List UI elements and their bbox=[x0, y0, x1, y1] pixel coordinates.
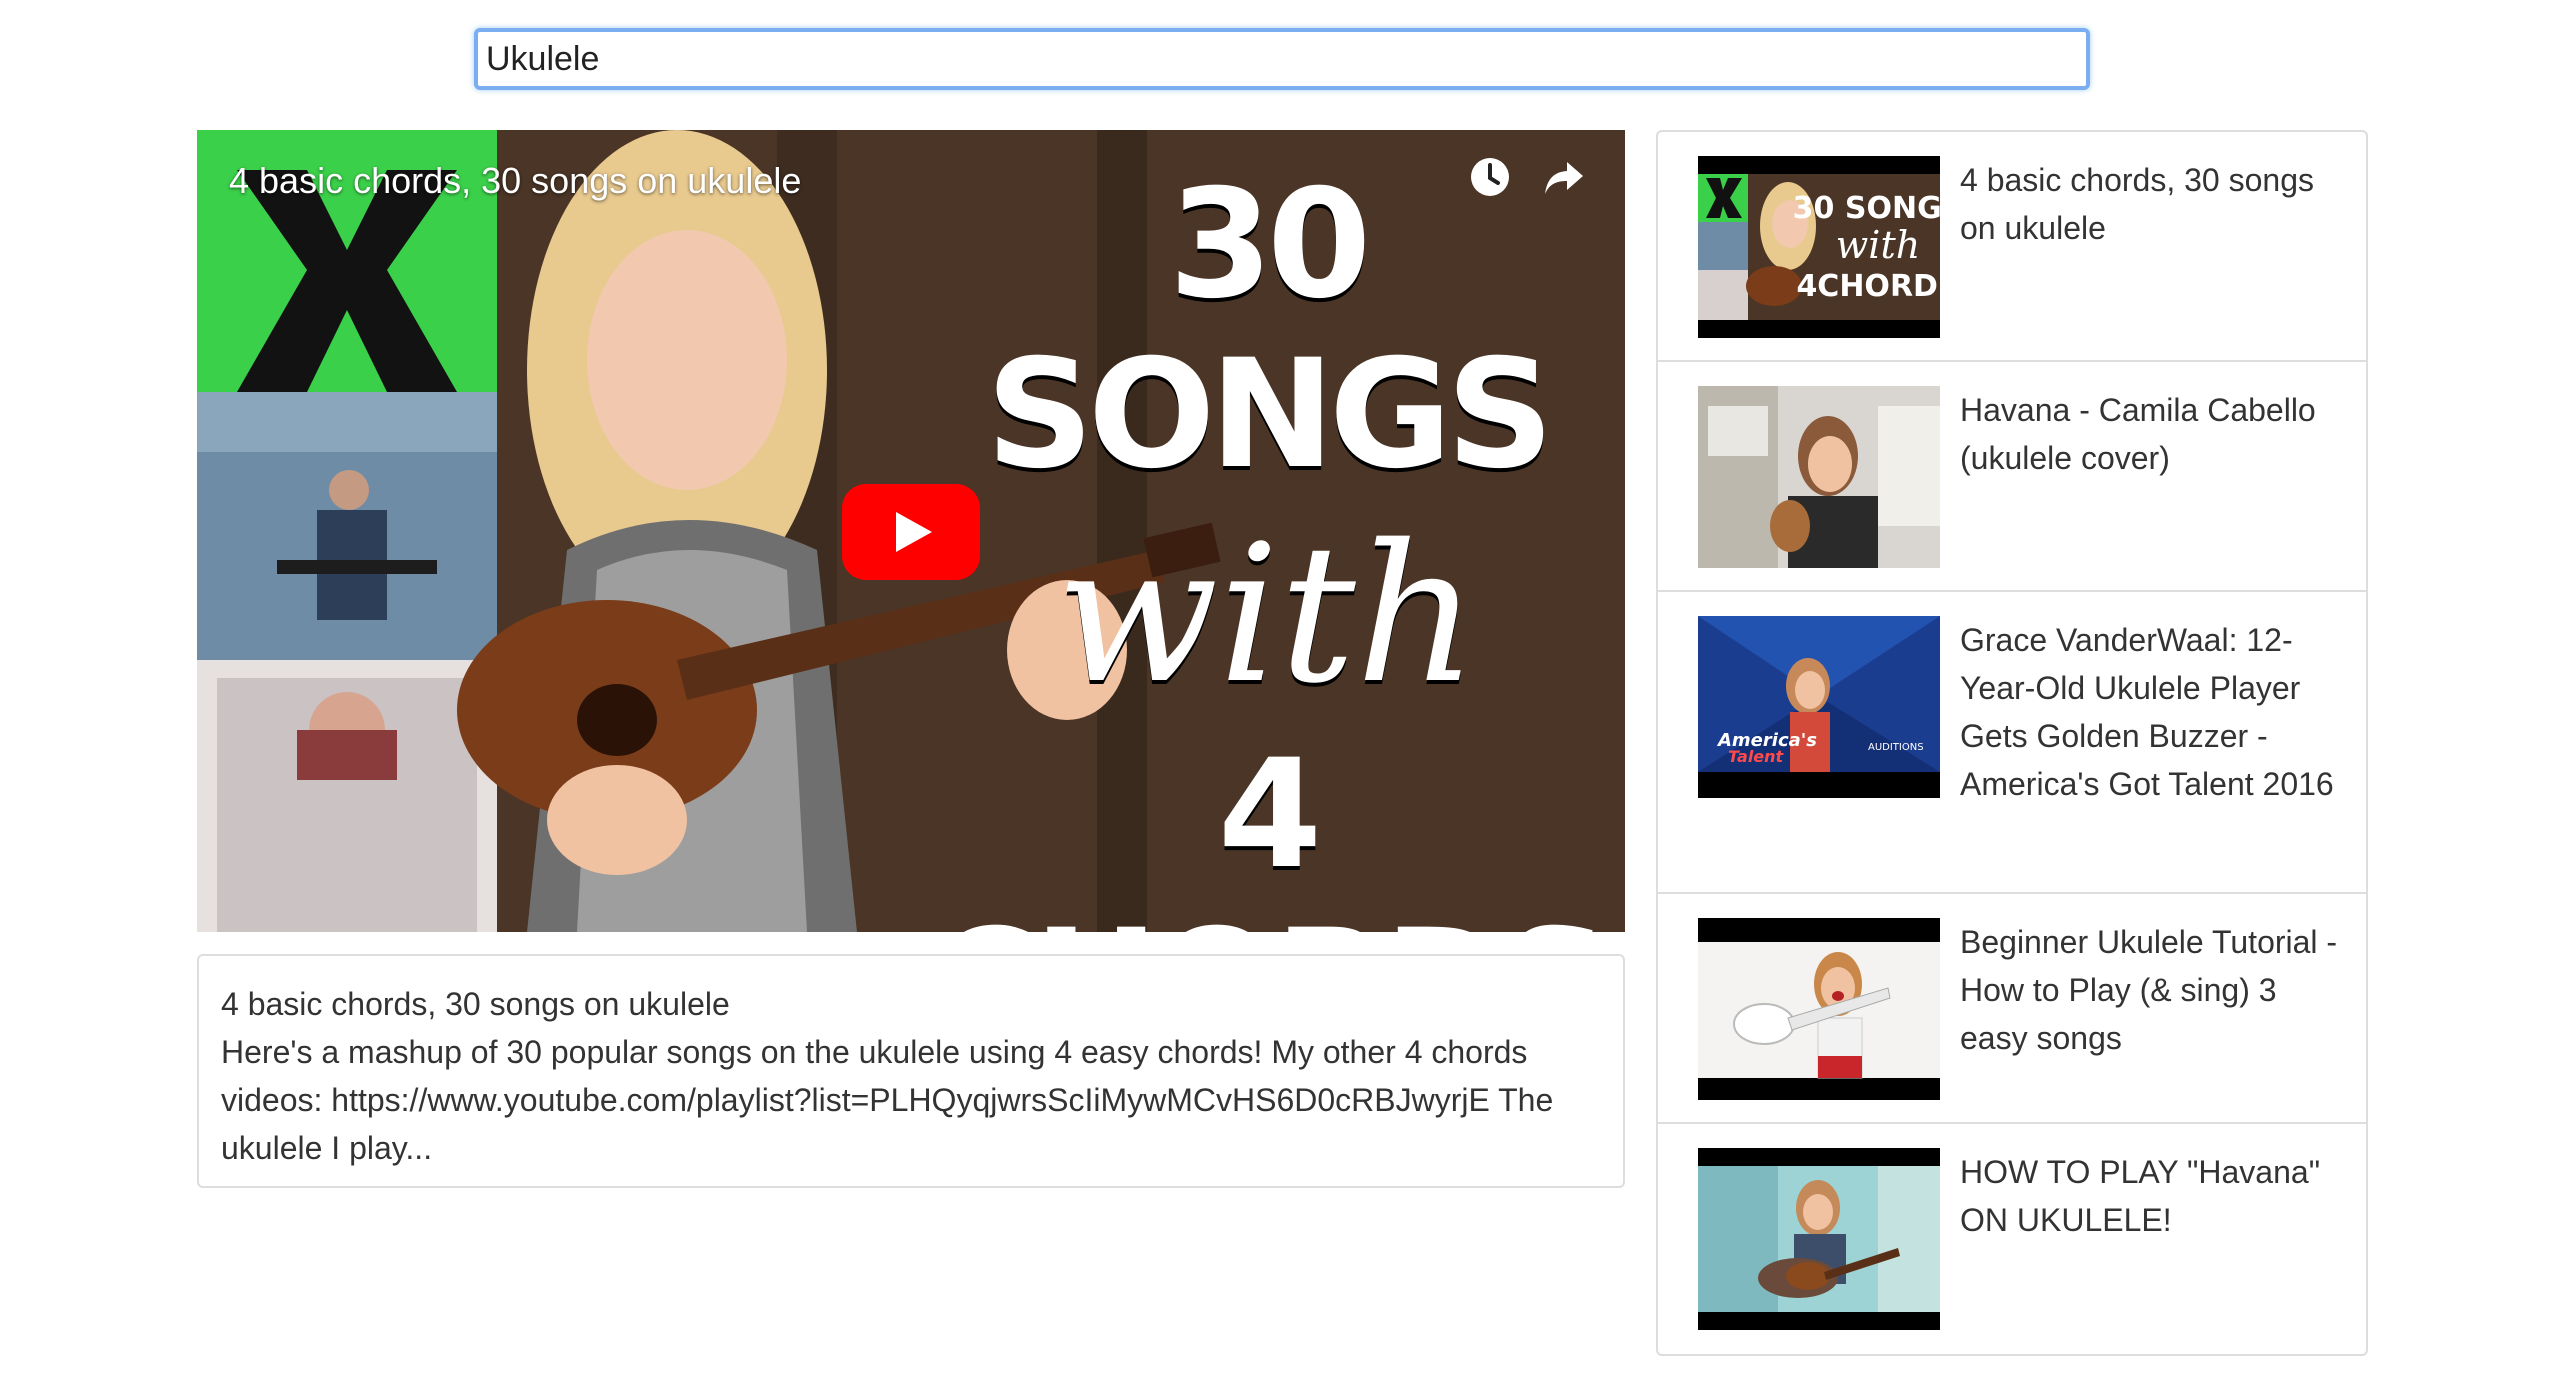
thumbnail-text-line2: with bbox=[1055, 504, 1479, 725]
svg-text:30 SONGS: 30 SONGS bbox=[1793, 191, 1940, 226]
video-title: Beginner Ukulele Tutorial - How to Play … bbox=[1960, 924, 2338, 1056]
svg-text:AUDITIONS: AUDITIONS bbox=[1868, 742, 1924, 753]
video-list-item[interactable]: Havana - Camila Cabello (ukulele cover) bbox=[1658, 362, 2366, 592]
youtube-play-icon[interactable] bbox=[842, 484, 980, 580]
video-thumbnail bbox=[1698, 918, 1940, 1100]
video-list-item[interactable]: HOW TO PLAY "Havana" ON UKULELE! bbox=[1658, 1124, 2366, 1354]
video-thumbnail bbox=[1698, 386, 1940, 568]
search-input[interactable] bbox=[474, 28, 2090, 90]
description-text: Here's a mashup of 30 popular songs on t… bbox=[221, 1034, 1554, 1166]
video-player[interactable]: 30 SONGS with 4 CHORDS 4 basic chords, 3… bbox=[197, 130, 1625, 932]
share-icon[interactable] bbox=[1541, 154, 1587, 200]
player-title: 4 basic chords, 30 songs on ukulele bbox=[229, 160, 802, 201]
video-thumbnail bbox=[1698, 1148, 1940, 1330]
thumbnail-text-line3: 4 CHORDS bbox=[929, 728, 1610, 932]
video-title: 4 basic chords, 30 songs on ukulele bbox=[1960, 162, 2314, 246]
video-list-item[interactable]: America's Talent AUDITIONS Grace VanderW… bbox=[1658, 592, 2366, 894]
thumbnail-headline: 30 SONGS with 4 CHORDS bbox=[917, 160, 1617, 932]
video-list: 30 SONGS with 4CHORDS 4 basic chords, 30… bbox=[1656, 130, 2368, 1356]
video-list-item[interactable]: 30 SONGS with 4CHORDS 4 basic chords, 30… bbox=[1658, 132, 2366, 362]
video-title: Havana - Camila Cabello (ukulele cover) bbox=[1960, 392, 2316, 476]
video-title: HOW TO PLAY "Havana" ON UKULELE! bbox=[1960, 1154, 2321, 1238]
svg-text:4CHORDS: 4CHORDS bbox=[1796, 269, 1940, 304]
video-thumbnail: 30 SONGS with 4CHORDS bbox=[1698, 156, 1940, 338]
watch-later-icon[interactable] bbox=[1467, 154, 1513, 200]
video-list-item[interactable]: Beginner Ukulele Tutorial - How to Play … bbox=[1658, 894, 2366, 1124]
svg-text:with: with bbox=[1836, 223, 1920, 267]
thumbnail-text-line1: 30 SONGS bbox=[985, 158, 1554, 502]
svg-text:Talent: Talent bbox=[1728, 747, 1785, 766]
video-title: Grace VanderWaal: 12-Year-Old Ukulele Pl… bbox=[1960, 622, 2334, 802]
video-description-panel: 4 basic chords, 30 songs on ukulele Here… bbox=[197, 954, 1625, 1188]
description-title: 4 basic chords, 30 songs on ukulele bbox=[221, 986, 730, 1022]
video-thumbnail: America's Talent AUDITIONS bbox=[1698, 616, 1940, 798]
